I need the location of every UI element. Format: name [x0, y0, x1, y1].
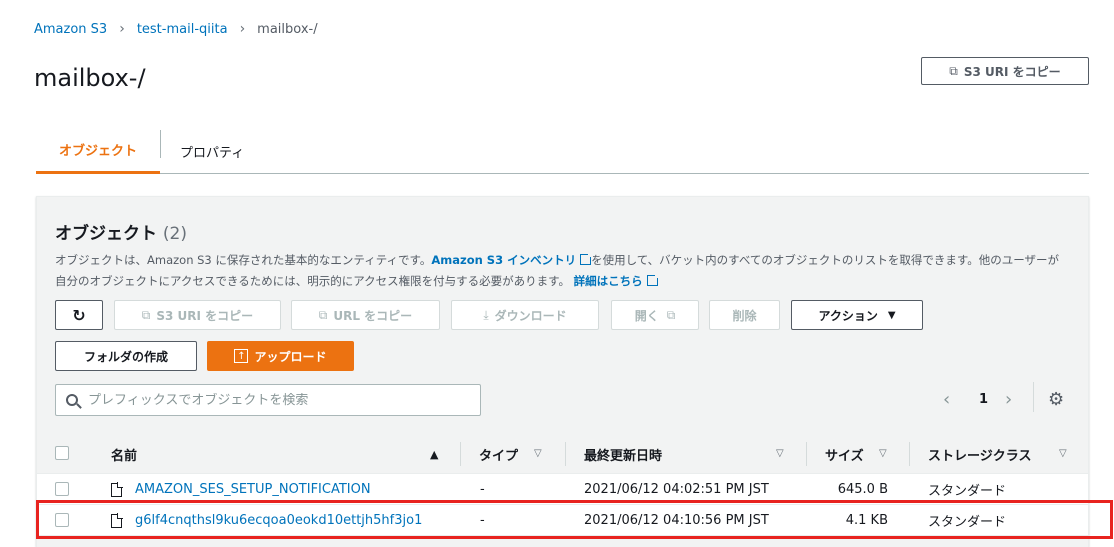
- modified-cell: 2021/06/12 04:10:56 PM JST: [584, 513, 769, 528]
- breadcrumb-link-s3[interactable]: Amazon S3: [34, 22, 107, 37]
- chevron-right-icon[interactable]: ›: [1005, 385, 1012, 413]
- table-row[interactable]: AMAZON_SES_SETUP_NOTIFICATION - 2021/06/…: [37, 474, 1088, 505]
- copy-url-label: URL をコピー: [333, 308, 413, 323]
- actions-dropdown[interactable]: アクション ▼: [791, 300, 923, 330]
- page-number[interactable]: 1: [979, 385, 988, 413]
- refresh-button[interactable]: ↻: [55, 300, 103, 330]
- storage-class-cell: スタンダード: [928, 515, 1007, 530]
- breadcrumb-current: mailbox-/: [257, 21, 318, 37]
- tab-divider: [160, 130, 161, 158]
- external-link-icon: [580, 252, 594, 265]
- copy-icon: ⧉: [141, 307, 151, 322]
- storage-class-cell: スタンダード: [928, 484, 1007, 499]
- tab-bar: オブジェクト プロパティ: [36, 128, 1089, 174]
- chevron-left-icon[interactable]: ‹: [943, 385, 950, 413]
- copy-s3-uri-button-toolbar[interactable]: ⧉ S3 URI をコピー: [114, 300, 281, 330]
- objects-panel: オブジェクト (2) オブジェクトは、Amazon S3 に保存された基本的なエ…: [36, 196, 1089, 547]
- panel-title: オブジェクト (2): [55, 219, 187, 244]
- breadcrumb-link-bucket[interactable]: test-mail-qiita: [137, 22, 228, 37]
- object-name-link[interactable]: AMAZON_SES_SETUP_NOTIFICATION: [135, 482, 371, 497]
- table-header: 名前 ▲ タイプ ▽ 最終更新日時 ▽ サイズ ▽ ストレージクラス ▽: [37, 434, 1088, 474]
- name-cell: g6lf4cnqthsl9ku6ecqoa0eokd10ettjh5hf3jo1: [111, 505, 422, 536]
- sort-asc-icon[interactable]: ▲: [430, 448, 438, 461]
- table-row[interactable]: g6lf4cnqthsl9ku6ecqoa0eokd10ettjh5hf3jo1…: [37, 505, 1088, 536]
- object-name-link[interactable]: g6lf4cnqthsl9ku6ecqoa0eokd10ettjh5hf3jo1: [135, 513, 422, 528]
- pager-divider: [1033, 382, 1034, 412]
- copy-s3-uri-label: S3 URI をコピー: [156, 308, 254, 323]
- column-divider: [806, 442, 807, 466]
- sort-icon[interactable]: ▽: [1059, 448, 1067, 459]
- copy-icon: ⧉: [949, 63, 958, 78]
- chevron-right-icon: ›: [239, 21, 246, 37]
- header-name[interactable]: 名前: [111, 434, 137, 474]
- copy-icon: ⧉: [318, 307, 328, 322]
- tab-properties[interactable]: プロパティ: [180, 128, 244, 174]
- open-label: 開く: [634, 308, 659, 323]
- column-divider: [909, 442, 910, 466]
- learn-more-link[interactable]: 詳細はこちら: [574, 274, 643, 288]
- select-all-checkbox[interactable]: [55, 446, 69, 460]
- panel-title-text: オブジェクト: [55, 224, 157, 244]
- modified-cell: 2021/06/12 04:02:51 PM JST: [584, 482, 769, 497]
- header-modified[interactable]: 最終更新日時: [584, 434, 662, 474]
- inventory-link[interactable]: Amazon S3 インベントリ: [431, 253, 576, 267]
- upload-label: アップロード: [254, 349, 327, 364]
- copy-s3-uri-label: S3 URI をコピー: [963, 64, 1061, 79]
- page-title: mailbox-/: [34, 64, 146, 92]
- sort-icon[interactable]: ▽: [776, 448, 784, 459]
- download-icon: ⤓: [483, 307, 489, 322]
- refresh-icon: ↻: [72, 305, 86, 325]
- row-checkbox[interactable]: [55, 482, 69, 496]
- column-divider: [565, 442, 566, 466]
- file-icon: [111, 481, 123, 497]
- header-type[interactable]: タイプ: [479, 434, 518, 474]
- search-icon: [66, 394, 78, 406]
- panel-description: オブジェクトは、Amazon S3 に保存された基本的なエンティティです。Ama…: [55, 250, 1065, 292]
- actions-label: アクション: [818, 308, 878, 323]
- external-link-icon: ⧉: [666, 307, 676, 322]
- column-divider: [460, 442, 461, 466]
- search-box: [55, 384, 481, 416]
- tab-objects[interactable]: オブジェクト: [36, 128, 160, 174]
- copy-url-button[interactable]: ⧉ URL をコピー: [291, 300, 440, 330]
- upload-icon: ↑: [234, 349, 249, 363]
- description-text: オブジェクトは、Amazon S3 に保存された基本的なエンティティです。: [55, 253, 432, 267]
- sort-icon[interactable]: ▽: [879, 448, 887, 459]
- type-cell: -: [480, 482, 485, 497]
- header-size[interactable]: サイズ: [825, 434, 864, 474]
- chevron-right-icon: ›: [119, 21, 125, 37]
- header-storage-class[interactable]: ストレージクラス: [928, 434, 1031, 474]
- size-cell: 4.1 KB: [845, 513, 888, 528]
- gear-icon[interactable]: ⚙: [1048, 385, 1064, 413]
- objects-table: 名前 ▲ タイプ ▽ 最終更新日時 ▽ サイズ ▽ ストレージクラス ▽ AMA…: [37, 434, 1088, 536]
- download-button[interactable]: ⤓ ダウンロード: [451, 300, 599, 330]
- caret-down-icon: ▼: [887, 309, 896, 321]
- row-checkbox[interactable]: [55, 513, 69, 527]
- breadcrumb: Amazon S3 › test-mail-qiita › mailbox-/: [34, 21, 318, 37]
- download-label: ダウンロード: [494, 308, 567, 323]
- type-cell: -: [480, 513, 485, 528]
- sort-icon[interactable]: ▽: [534, 448, 542, 459]
- size-cell: 645.0 B: [837, 482, 888, 497]
- name-cell: AMAZON_SES_SETUP_NOTIFICATION: [111, 474, 371, 505]
- file-icon: [111, 512, 123, 528]
- create-folder-button[interactable]: フォルダの作成: [55, 341, 197, 371]
- upload-button[interactable]: ↑ アップロード: [207, 341, 354, 371]
- open-button[interactable]: 開く ⧉: [611, 300, 699, 330]
- external-link-icon: [646, 273, 660, 286]
- search-input[interactable]: [88, 392, 468, 408]
- delete-button[interactable]: 削除: [709, 300, 780, 330]
- object-count: (2): [162, 224, 188, 244]
- copy-s3-uri-button[interactable]: ⧉ S3 URI をコピー: [921, 57, 1089, 85]
